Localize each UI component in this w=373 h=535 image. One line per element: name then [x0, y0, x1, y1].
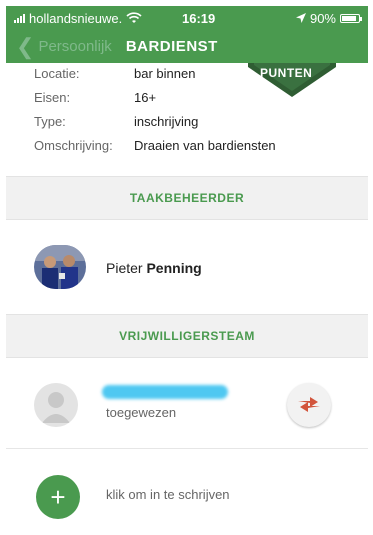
points-badge: PUNTEN	[248, 63, 336, 99]
taakbeheerder-name[interactable]: Pieter Penning	[106, 260, 202, 276]
status-right: 90%	[295, 10, 362, 26]
carrier-name: hollandsnieuwe.	[29, 10, 123, 26]
last-name: Penning	[146, 260, 202, 276]
detail-value: bar binnen	[134, 66, 196, 81]
redacted-name	[102, 385, 228, 399]
assigned-status: toegewezen	[106, 405, 177, 420]
detail-key: Omschrijving:	[34, 138, 113, 153]
wifi-icon	[126, 12, 142, 23]
battery-percent: 90%	[309, 10, 336, 26]
page-title: BARDIENST	[125, 38, 218, 55]
status-bar: hollandsnieuwe. 16:19 90%	[6, 6, 368, 30]
detail-value: 16+	[134, 90, 157, 105]
status-left: hollandsnieuwe.	[14, 11, 142, 26]
signal-icon	[14, 13, 25, 23]
back-button[interactable]: ❮ Persoonlijk	[16, 33, 112, 59]
swap-button[interactable]	[287, 383, 331, 427]
battery-icon	[340, 13, 362, 23]
person-silhouette-icon	[42, 392, 70, 423]
detail-key: Type:	[34, 114, 66, 129]
section-header-vrijwilligersteam: VRIJWILLIGERSTEAM	[6, 314, 368, 358]
detail-key: Eisen:	[34, 90, 71, 105]
back-label: Persoonlijk	[38, 38, 112, 55]
avatar-photo	[34, 245, 86, 289]
section-header-taakbeheerder: TAAKBEHEERDER	[6, 176, 368, 220]
first-name: Pieter	[106, 260, 143, 276]
signup-button[interactable]: +	[36, 475, 80, 519]
swap-arrows-icon	[298, 397, 320, 412]
detail-value: inschrijving	[134, 114, 199, 129]
plus-icon: +	[50, 481, 66, 512]
divider	[6, 448, 368, 449]
detail-value: Draaien van bardiensten	[134, 138, 276, 153]
status-time: 16:19	[182, 10, 216, 26]
points-label: PUNTEN	[260, 66, 313, 80]
detail-key: Locatie:	[34, 66, 80, 81]
signup-text[interactable]: klik om in te schrijven	[106, 487, 230, 502]
location-arrow-icon	[295, 13, 306, 23]
avatar-pieter-penning[interactable]	[34, 245, 86, 289]
chevron-left-icon: ❮	[16, 33, 35, 59]
avatar-placeholder	[34, 383, 78, 427]
nav-bar: ❮ Persoonlijk BARDIENST	[6, 30, 368, 63]
